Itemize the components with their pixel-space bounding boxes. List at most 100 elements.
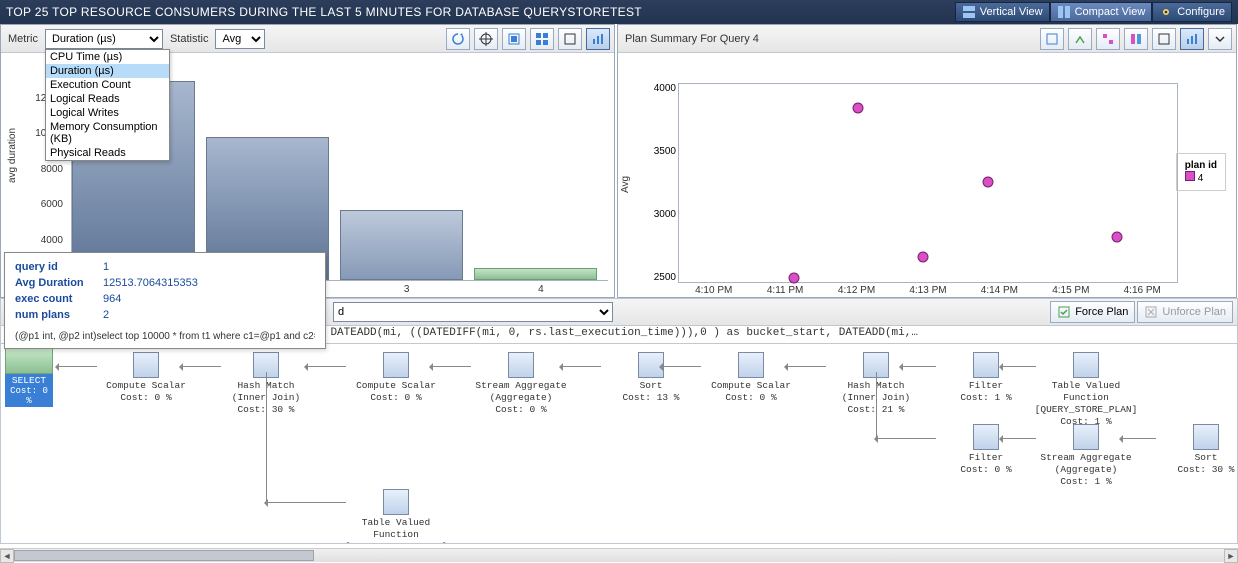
chart-view-button[interactable] [1180, 28, 1204, 50]
metric-select-wrap: Duration (µs) CPU Time (µs) Duration (µs… [45, 29, 163, 49]
plan-node-icon [738, 352, 764, 378]
arrow-icon [876, 438, 936, 439]
plan-node-icon [508, 352, 534, 378]
refresh-button[interactable] [1040, 28, 1064, 50]
bar-4[interactable] [474, 268, 597, 280]
plan-node[interactable]: SortCost: 13 % [596, 352, 706, 404]
plan-node[interactable]: FilterCost: 1 % [931, 352, 1041, 404]
plan-node-icon [383, 352, 409, 378]
arrow-icon [306, 366, 346, 367]
legend-swatch [1185, 171, 1195, 181]
layout-vertical-icon [962, 5, 976, 19]
metric-option[interactable]: Duration (µs) [46, 64, 169, 78]
right-toolbar: Plan Summary For Query 4 [618, 25, 1236, 53]
configure-button[interactable]: Configure [1152, 2, 1232, 22]
grid-button[interactable] [1152, 28, 1176, 50]
layout-compact-icon [1057, 5, 1071, 19]
plan-summary-title: Plan Summary For Query 4 [622, 33, 762, 45]
horizontal-scrollbar[interactable]: ◄ ► [0, 548, 1238, 562]
plan-node-icon [133, 352, 159, 378]
connector [876, 372, 877, 440]
left-toolbar: Metric Duration (µs) CPU Time (µs) Durat… [1, 25, 614, 53]
plan-node[interactable]: Compute ScalarCost: 0 % [341, 352, 451, 404]
gear-icon [1159, 5, 1173, 19]
arrow-icon [1121, 438, 1156, 439]
plan-node[interactable]: SortCost: 30 % [1151, 424, 1238, 476]
metric-dropdown: CPU Time (µs) Duration (µs) Execution Co… [45, 49, 170, 161]
refresh-button[interactable] [446, 28, 470, 50]
arrow-icon [266, 502, 346, 503]
arrow-icon [431, 366, 471, 367]
metric-option[interactable]: Logical Reads [46, 92, 169, 106]
data-point[interactable] [853, 103, 864, 114]
scrollbar-thumb[interactable] [14, 550, 314, 561]
statistic-select[interactable]: Avg [215, 29, 265, 49]
scatter-plot[interactable] [678, 83, 1178, 283]
scroll-left-button[interactable]: ◄ [0, 549, 14, 563]
compact-view-button[interactable]: Compact View [1050, 2, 1153, 22]
data-point[interactable] [788, 272, 799, 283]
plan-node[interactable]: Compute ScalarCost: 0 % [91, 352, 201, 404]
arrow-icon [561, 366, 601, 367]
grid-button[interactable] [530, 28, 554, 50]
metric-option[interactable]: Physical Reads [46, 146, 169, 160]
arrow-icon [786, 366, 826, 367]
plan-button-2[interactable] [1124, 28, 1148, 50]
select-node[interactable]: SELECT Cost: 0 % [5, 374, 53, 407]
plan-node-icon [1073, 352, 1099, 378]
arrow-icon [1001, 366, 1036, 367]
title-bar: TOP 25 TOP RESOURCE CONSUMERS DURING THE… [0, 0, 1238, 24]
bar-3[interactable] [340, 210, 463, 280]
track-button[interactable] [474, 28, 498, 50]
execution-plan[interactable]: SELECT Cost: 0 % Compute ScalarCost: 0 %… [0, 344, 1238, 544]
plan-node-icon [1073, 424, 1099, 450]
arrow-icon [1001, 438, 1036, 439]
metric-select[interactable]: Duration (µs) [45, 29, 163, 49]
plan-node[interactable]: Table Valued Function[QUERY_STORE_PLAN]C… [341, 489, 451, 544]
plan-node-icon [1193, 424, 1219, 450]
legend: plan id 4 [1176, 153, 1226, 191]
plan-node[interactable]: Table Valued Function[QUERY_STORE_PLAN]C… [1031, 352, 1141, 428]
right-panel: Plan Summary For Query 4 Avg 4000 3500 3… [617, 24, 1237, 298]
force-plan-button[interactable]: Force Plan [1050, 301, 1135, 323]
data-point[interactable] [982, 176, 993, 187]
bar-tooltip: query id1 Avg Duration12513.7064315353 e… [4, 252, 326, 349]
metric-option[interactable]: Memory Consumption (KB) [46, 120, 169, 146]
arrow-icon [661, 366, 701, 367]
detail-button[interactable] [502, 28, 526, 50]
header-view-buttons: Vertical View Compact View Configure [955, 2, 1232, 22]
plan-node[interactable]: Stream Aggregate(Aggregate)Cost: 0 % [466, 352, 576, 416]
x-ticks: 4:10 PM 4:11 PM 4:12 PM 4:13 PM 4:14 PM … [678, 285, 1178, 296]
metric-label: Metric [5, 33, 41, 45]
data-point[interactable] [1112, 231, 1123, 242]
select-node-icon [5, 348, 53, 374]
plan-node[interactable]: FilterCost: 0 % [931, 424, 1041, 476]
scroll-right-button[interactable]: ► [1224, 549, 1238, 563]
metric-option[interactable]: Execution Count [46, 78, 169, 92]
statistic-label: Statistic [167, 33, 212, 45]
plan-node[interactable]: Compute ScalarCost: 0 % [696, 352, 806, 404]
y-axis-label: Avg [620, 176, 631, 193]
arrow-icon [901, 366, 936, 367]
arrow-icon [57, 366, 97, 367]
plan-button-1[interactable] [1096, 28, 1120, 50]
compare-button[interactable] [1068, 28, 1092, 50]
arrow-icon [181, 366, 221, 367]
y-axis-label: avg duration [7, 128, 18, 183]
y-ticks: 4000 3500 3000 2500 [638, 83, 676, 283]
tooltip-sql: (@p1 int, @p2 int)select top 10000 * fro… [15, 331, 315, 342]
secondary-select[interactable]: d [333, 302, 613, 322]
data-point[interactable] [918, 251, 929, 262]
page-title: TOP 25 TOP RESOURCE CONSUMERS DURING THE… [6, 5, 642, 19]
connector [266, 372, 267, 502]
plan-node[interactable]: Stream Aggregate(Aggregate)Cost: 1 % [1031, 424, 1141, 488]
chart-view-button[interactable] [586, 28, 610, 50]
dropdown-button[interactable] [1208, 28, 1232, 50]
vertical-view-button[interactable]: Vertical View [955, 2, 1050, 22]
metric-option[interactable]: CPU Time (µs) [46, 50, 169, 64]
plan-node-icon [383, 489, 409, 515]
right-chart: Avg 4000 3500 3000 2500 4:10 PM 4:11 PM … [618, 53, 1236, 297]
metric-option[interactable]: Logical Writes [46, 106, 169, 120]
unforce-plan-button[interactable]: Unforce Plan [1137, 301, 1233, 323]
new-window-button[interactable] [558, 28, 582, 50]
